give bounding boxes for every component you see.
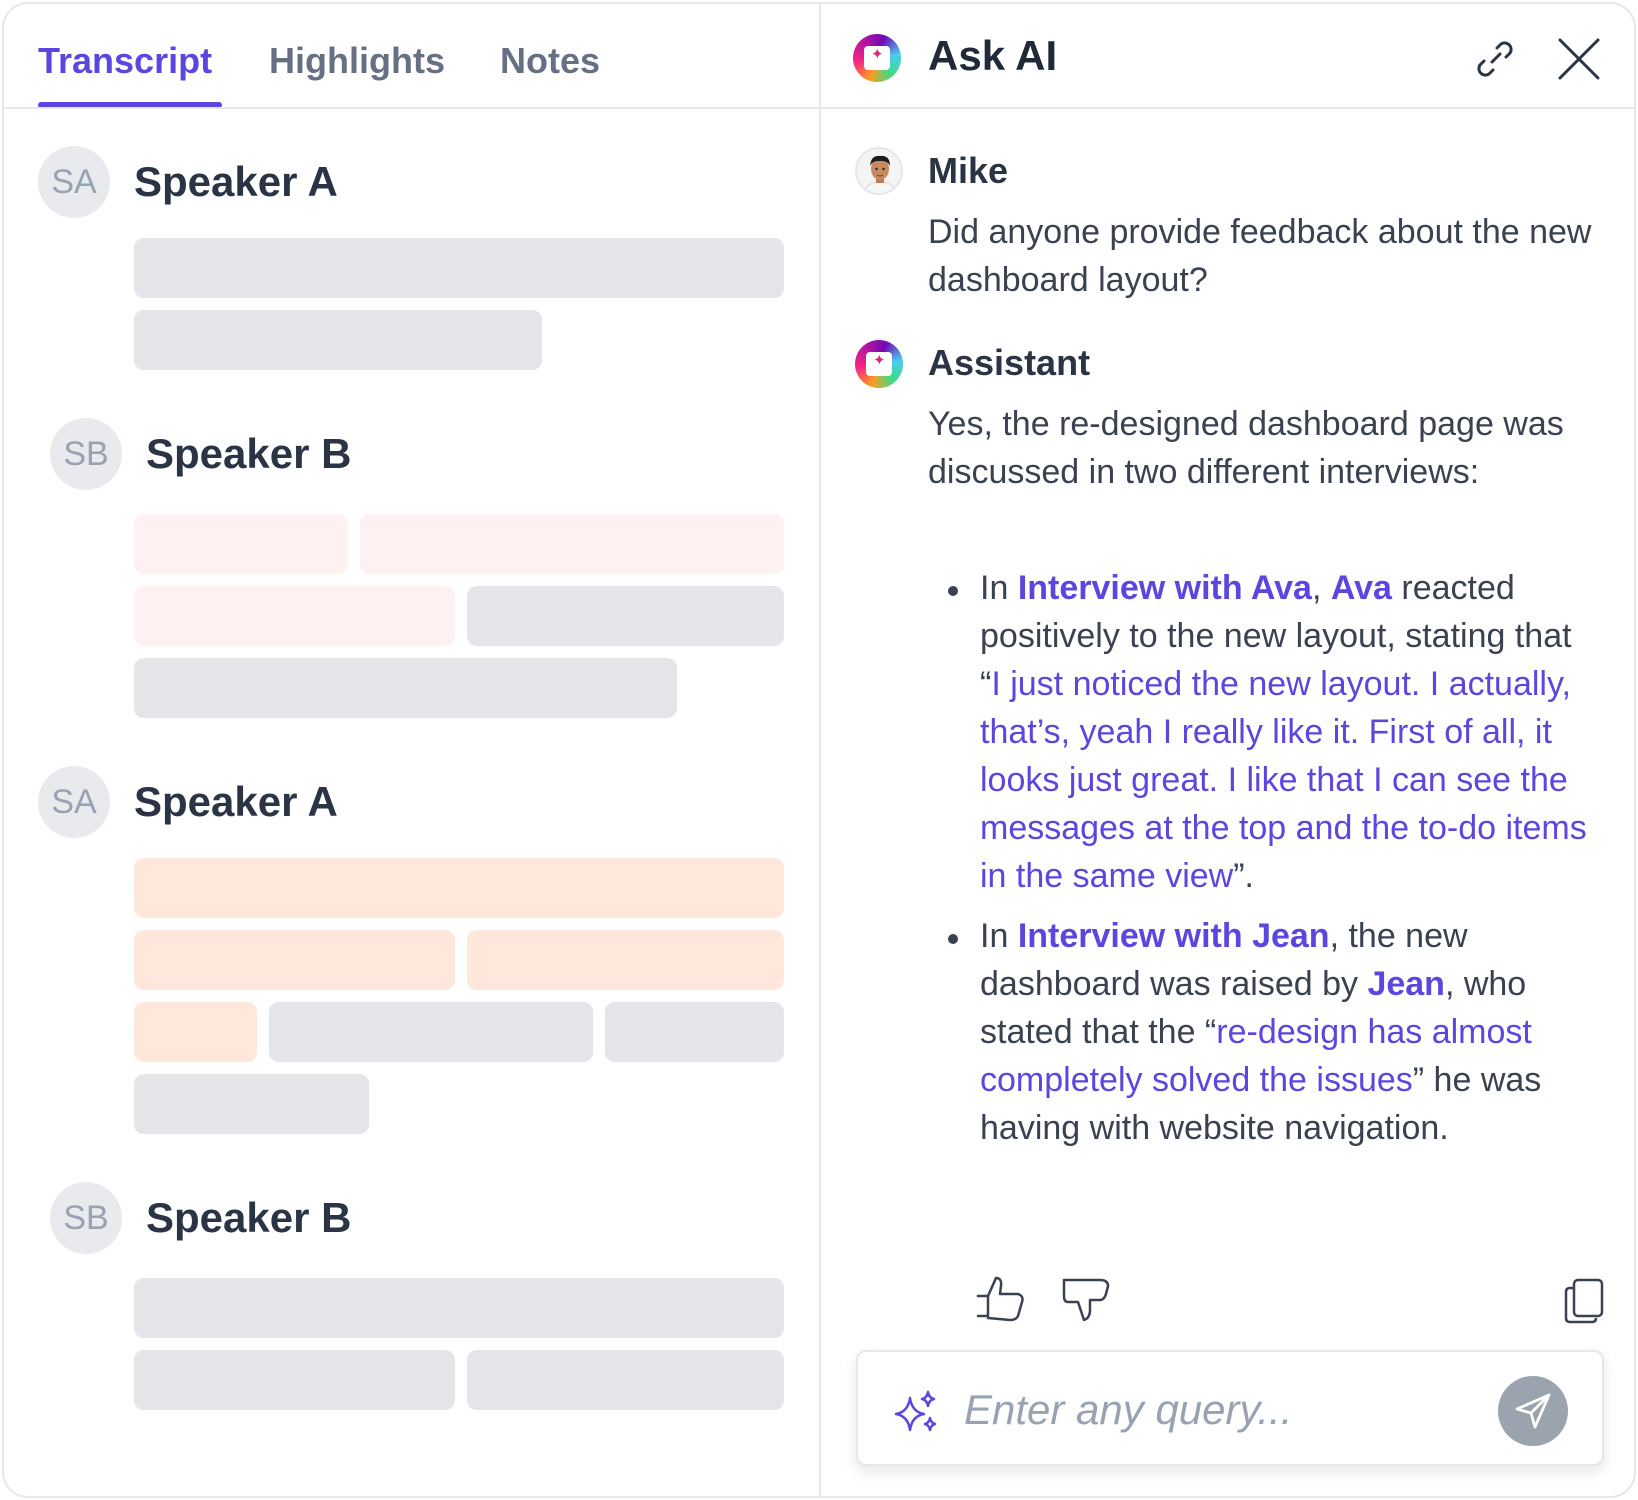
transcript-line-placeholder[interactable] [134,1350,455,1410]
send-button[interactable] [1498,1376,1568,1446]
tab-highlights[interactable]: Highlights [269,40,445,82]
thumbs-down-icon[interactable] [1060,1272,1114,1326]
assistant-avatar-icon [855,340,903,388]
sparkles-icon [892,1388,940,1436]
bullet-text: In [980,917,1018,955]
speaker-avatar: SB [50,418,122,490]
speaker-name: Speaker A [134,158,338,205]
quote-link[interactable]: I just noticed the new layout. I actuall… [980,665,1587,895]
user-name: Mike [928,150,1009,191]
highlighted-line-placeholder[interactable] [134,586,455,646]
interview-link[interactable]: Interview with Jean [1018,917,1330,955]
assistant-name: Assistant [928,342,1091,383]
transcript-line-placeholder[interactable] [134,238,784,298]
transcript-line-placeholder[interactable] [134,310,542,370]
speaker-avatar: SA [38,766,110,838]
assistant-intro: Yes, the re-designed dashboard page was … [928,405,1564,491]
person-link[interactable]: Jean [1367,965,1445,1003]
thumbs-up-icon[interactable] [974,1272,1028,1326]
user-avatar [855,147,903,195]
answer-bullet: In Interview with Jean, the new dashboar… [948,912,1600,1152]
bullet-text: In [980,569,1018,607]
app-frame: Transcript Highlights Notes SA Speaker A… [2,2,1636,1498]
highlighted-line-placeholder[interactable] [134,514,348,574]
transcript-line-placeholder[interactable] [134,658,677,718]
transcript-line-placeholder[interactable] [467,586,784,646]
link-icon[interactable] [1470,34,1520,84]
panel-title: Ask AI [928,32,1058,79]
speaker-avatar: SB [50,1182,122,1254]
transcript-line-placeholder[interactable] [134,1278,784,1338]
copy-icon[interactable] [1562,1276,1606,1326]
assistant-answer-list: In Interview with Ava, Ava reacted posit… [948,564,1600,1164]
user-message: Did anyone provide feedback about the ne… [928,213,1592,299]
speaker-name: Speaker B [146,1194,352,1241]
transcript-line-placeholder[interactable] [269,1002,593,1062]
tab-transcript[interactable]: Transcript [38,40,212,82]
send-icon [1515,1393,1551,1429]
transcript-line-placeholder[interactable] [467,1350,784,1410]
highlighted-line-placeholder[interactable] [134,1002,257,1062]
panel-divider [819,4,821,1496]
highlighted-line-placeholder[interactable] [467,930,784,990]
highlighted-line-placeholder[interactable] [360,514,784,574]
ask-ai-logo-icon [853,34,901,82]
person-link[interactable]: Ava [1331,569,1392,607]
bullet-text: , [1311,569,1331,607]
tab-bar: Transcript Highlights Notes [4,4,819,109]
transcript-line-placeholder[interactable] [605,1002,784,1062]
speaker-avatar: SA [38,146,110,218]
speaker-name: Speaker A [134,778,338,825]
bullet-text: ”. [1233,857,1255,895]
tab-notes[interactable]: Notes [500,40,600,82]
highlighted-line-placeholder[interactable] [134,930,455,990]
transcript-line-placeholder[interactable] [134,1074,369,1134]
query-box [856,1350,1604,1466]
close-icon[interactable] [1554,34,1604,84]
answer-bullet: In Interview with Ava, Ava reacted posit… [948,564,1600,900]
query-input[interactable] [964,1382,1464,1438]
highlighted-line-placeholder[interactable] [134,858,784,918]
interview-link[interactable]: Interview with Ava [1018,569,1312,607]
speaker-name: Speaker B [146,430,352,477]
